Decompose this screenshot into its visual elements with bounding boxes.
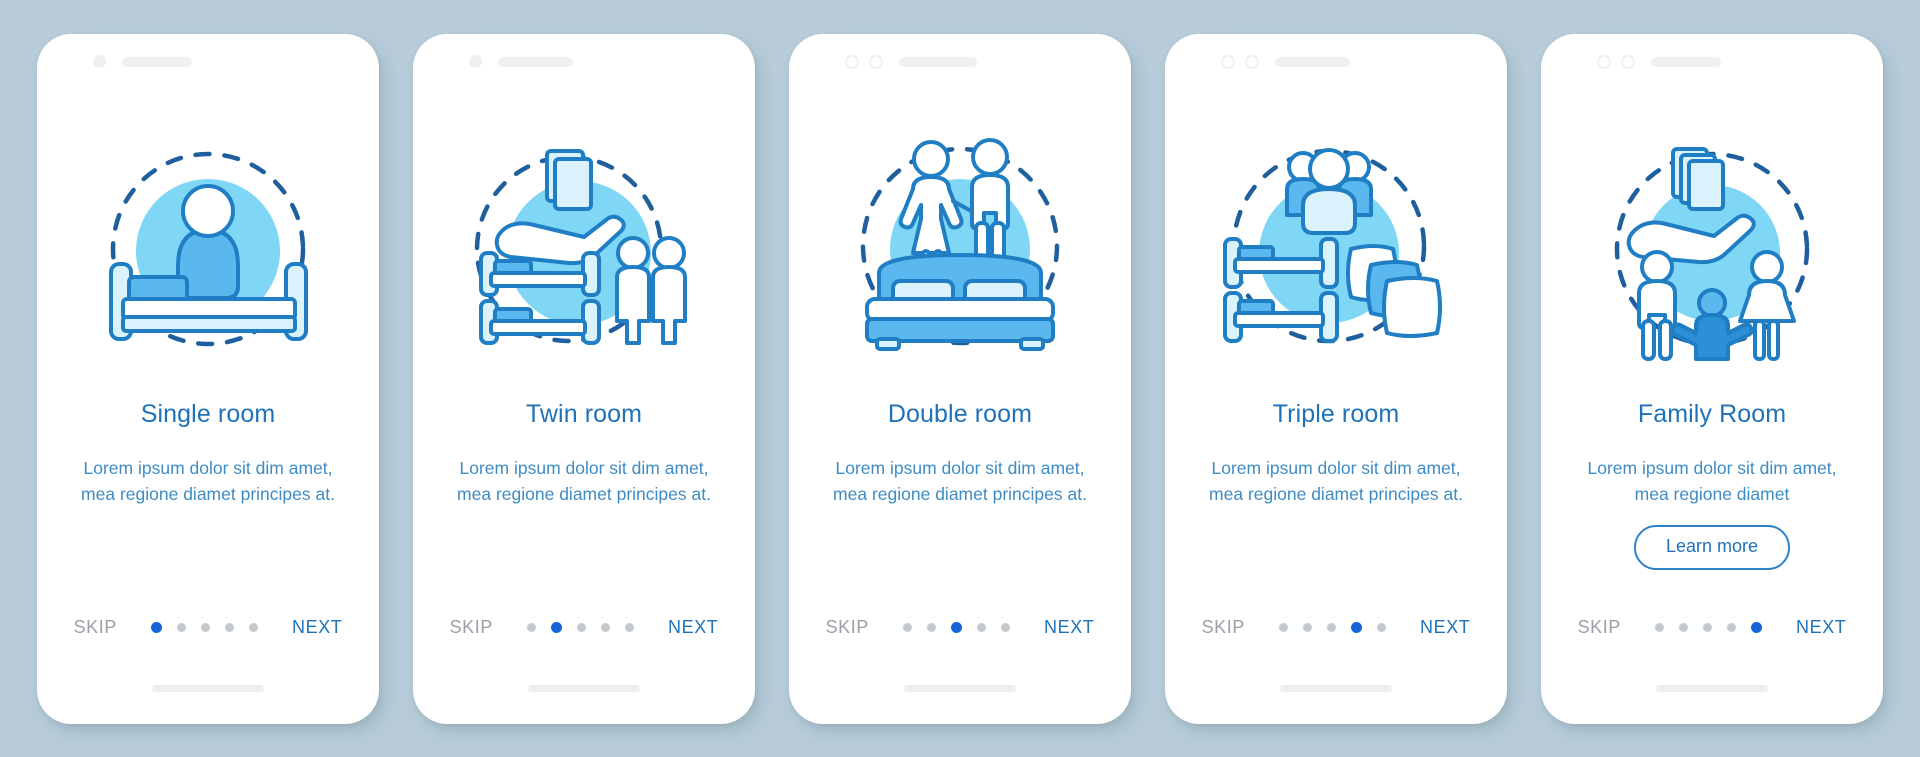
screen-title: Single room: [140, 399, 276, 428]
illustration-single-bed-person: [37, 96, 379, 396]
page-dot-3[interactable]: [577, 622, 586, 632]
next-button[interactable]: NEXT: [668, 617, 718, 638]
sensor-ring-icon: [869, 54, 883, 69]
phone-status-notch: [413, 34, 755, 90]
phone-status-notch: [1165, 34, 1507, 90]
home-indicator-bar: [1656, 684, 1768, 692]
page-dots: [903, 621, 1010, 633]
phone-status-notch: [37, 34, 379, 90]
page-dot-5[interactable]: [1377, 622, 1386, 632]
screen-title: Family Room: [1637, 399, 1787, 428]
speaker-grill-icon: [1651, 56, 1721, 67]
skip-button[interactable]: SKIP: [1202, 617, 1245, 638]
next-button[interactable]: NEXT: [1420, 617, 1470, 638]
camera-dot-icon: [469, 55, 482, 68]
skip-button[interactable]: SKIP: [1578, 617, 1621, 638]
page-dot-2[interactable]: [177, 622, 186, 632]
skip-button[interactable]: SKIP: [74, 617, 117, 638]
onboarding-nav-row: SKIP NEXT: [1541, 617, 1883, 638]
page-dot-3[interactable]: [951, 621, 962, 633]
illustration-family-hand-cards: [1541, 96, 1883, 396]
phone-screen-family-room: Family Room Lorem ipsum dolor sit dim am…: [1541, 33, 1883, 724]
screen-body-text: Lorem ipsum dolor sit dim amet, mea regi…: [833, 457, 1087, 504]
page-dot-5[interactable]: [625, 622, 634, 632]
illustration-twin-beds-hand-cards: [413, 96, 755, 396]
speaker-grill-icon: [122, 56, 192, 67]
phone-screen-triple-room: Triple room Lorem ipsum dolor sit dim am…: [1165, 33, 1507, 724]
screen-title: Triple room: [1272, 399, 1400, 428]
page-dot-1[interactable]: [527, 622, 536, 632]
page-dot-4[interactable]: [1727, 622, 1736, 632]
home-indicator-bar: [152, 684, 264, 692]
onboarding-nav-row: SKIP NEXT: [1165, 617, 1507, 638]
page-dot-2[interactable]: [551, 621, 562, 633]
illustration-bunk-beds-pillows-group: [1165, 96, 1507, 396]
phone-screen-single-room: Single room Lorem ipsum dolor sit dim am…: [37, 33, 379, 724]
sensor-ring-icon: [1245, 54, 1259, 69]
home-indicator-bar: [904, 684, 1016, 692]
screen-body-text: Lorem ipsum dolor sit dim amet, mea regi…: [81, 457, 335, 504]
screen-body-text: Lorem ipsum dolor sit dim amet, mea regi…: [457, 457, 711, 504]
page-dot-1[interactable]: [903, 622, 912, 632]
page-dots: [1279, 621, 1386, 633]
page-dot-2[interactable]: [1679, 622, 1688, 632]
illustration-double-bed-couple: [789, 96, 1131, 396]
camera-ring-icon: [845, 54, 859, 69]
home-indicator-bar: [528, 684, 640, 692]
page-dot-4[interactable]: [601, 622, 610, 632]
phone-status-notch: [1541, 34, 1883, 90]
next-button[interactable]: NEXT: [1796, 617, 1846, 638]
onboarding-nav-row: SKIP NEXT: [789, 617, 1131, 638]
page-dot-4[interactable]: [225, 622, 234, 632]
page-dots: [527, 621, 634, 633]
learn-more-button[interactable]: Learn more: [1633, 524, 1791, 570]
page-dot-3[interactable]: [1703, 622, 1712, 632]
page-dot-1[interactable]: [1279, 622, 1288, 632]
page-dot-1[interactable]: [1655, 622, 1664, 632]
page-dot-1[interactable]: [151, 621, 162, 633]
screen-title: Double room: [887, 399, 1033, 428]
page-dot-2[interactable]: [1303, 622, 1312, 632]
page-dot-4[interactable]: [977, 622, 986, 632]
home-indicator-bar: [1280, 684, 1392, 692]
next-button[interactable]: NEXT: [1044, 617, 1094, 638]
page-dot-4[interactable]: [1351, 621, 1362, 633]
skip-button[interactable]: SKIP: [450, 617, 493, 638]
page-dots: [1655, 621, 1762, 633]
page-dots: [151, 621, 258, 633]
onboarding-nav-row: SKIP NEXT: [413, 617, 755, 638]
phone-screen-double-room: Double room Lorem ipsum dolor sit dim am…: [789, 33, 1131, 724]
phone-screen-twin-room: Twin room Lorem ipsum dolor sit dim amet…: [413, 33, 755, 724]
page-dot-5[interactable]: [1751, 621, 1762, 633]
sensor-ring-icon: [1621, 54, 1635, 69]
camera-ring-icon: [1221, 54, 1235, 69]
onboarding-nav-row: SKIP NEXT: [37, 617, 379, 638]
page-dot-5[interactable]: [249, 622, 258, 632]
page-dot-3[interactable]: [201, 622, 210, 632]
page-dot-5[interactable]: [1001, 622, 1010, 632]
screen-body-text: Lorem ipsum dolor sit dim amet, mea regi…: [1587, 457, 1837, 504]
screen-title: Twin room: [525, 399, 643, 428]
page-dot-2[interactable]: [927, 622, 936, 632]
next-button[interactable]: NEXT: [292, 617, 342, 638]
speaker-grill-icon: [1275, 56, 1350, 67]
phone-status-notch: [789, 34, 1131, 90]
screen-body-text: Lorem ipsum dolor sit dim amet, mea regi…: [1209, 457, 1463, 504]
speaker-grill-icon: [498, 56, 573, 67]
camera-ring-icon: [1597, 54, 1611, 69]
page-dot-3[interactable]: [1327, 622, 1336, 632]
speaker-grill-icon: [899, 56, 977, 67]
skip-button[interactable]: SKIP: [826, 617, 869, 638]
camera-dot-icon: [93, 55, 106, 68]
onboarding-screens-stage: Single room Lorem ipsum dolor sit dim am…: [0, 0, 1920, 757]
